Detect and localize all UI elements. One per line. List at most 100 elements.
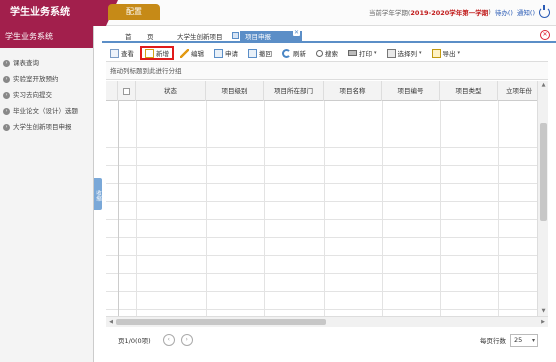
new-button[interactable]: 新增 [140,46,174,60]
chevron-down-icon: ▾ [374,50,377,56]
column-divider [206,101,207,316]
config-tab[interactable]: 配置 [108,4,160,20]
table-row [106,202,537,220]
refresh-button[interactable]: 刷新 [278,46,310,60]
select-all-cell[interactable] [118,81,136,101]
tab-label: 项目申报 [245,33,271,41]
page-size-select[interactable]: 25 [510,333,538,347]
chevron-down-icon: ▾ [457,50,461,56]
data-grid: 状态 项目级别 项目所在部门 项目名称 项目编号 项目类型 立项年份 [106,81,537,316]
column-header-type[interactable]: 项目类型 [440,81,498,101]
refresh-label: 刷新 [293,50,306,58]
search-icon [316,49,323,57]
sidebar: 学生业务系统 › 课表查询 › 实验室开放预约 › 实习去向提交 › 毕业论文（… [0,26,94,362]
table-row [106,256,537,274]
scroll-left-icon[interactable]: ◀ [107,318,115,326]
apply-icon [214,48,223,58]
sidebar-item-innovation[interactable]: › 大学生创新项目申报 [0,119,93,135]
tab-project-apply[interactable]: 项目申报 ✕ [240,29,302,43]
sidebar-item-internship[interactable]: › 实习去向提交 [0,87,93,103]
prev-page-icon[interactable]: ‹ [162,334,175,346]
sidebar-item-label: 实习去向提交 [13,91,52,99]
pager: 页1/0(0项) ‹ › 每页行数 25 [106,330,548,350]
column-divider [324,101,325,316]
page-size-label: 每页行数 [480,337,506,345]
top-bar: 学生业务系统 配置 当前学年学期( 2019-2020学年第一学期 ) 待办()… [0,0,556,26]
columns-icon [386,48,396,58]
vertical-scroll-thumb[interactable] [540,123,547,221]
tab-strip: 首 页 大学生创新项目 项目申报 ✕ ✕ [102,29,556,43]
view-button[interactable]: 查看 [106,46,138,60]
document-icon [110,48,119,58]
next-page-icon[interactable]: › [180,334,193,346]
column-divider [264,101,265,316]
arrow-circle-icon: › [3,59,10,67]
scroll-right-icon[interactable]: ▶ [539,318,547,326]
close-icon[interactable]: ✕ [293,29,300,36]
sidebar-item-schedule[interactable]: › 课表查询 [0,55,93,71]
tab-innovation-project[interactable]: 大学生创新项目 [172,31,240,43]
undo-button[interactable]: 撤回 [244,46,276,60]
grid-header: 状态 项目级别 项目所在部门 项目名称 项目编号 项目类型 立项年份 [106,81,537,101]
pending-link[interactable]: 待办() [495,7,513,17]
sidebar-item-lab-booking[interactable]: › 实验室开放预约 [0,71,93,87]
column-divider [118,101,119,316]
arrow-circle-icon: › [3,75,10,83]
app-brand[interactable]: 学生业务系统 [0,0,106,26]
close-all-tabs-icon[interactable]: ✕ [540,30,550,40]
arrow-circle-icon: › [3,107,10,115]
vertical-scrollbar[interactable]: ▲ ▼ [537,81,548,316]
apply-button[interactable]: 申请 [210,46,242,60]
current-semester: 2019-2020学年第一学期 [410,9,489,17]
column-header-code[interactable]: 项目编号 [382,81,440,101]
table-row [106,101,537,148]
column-header-name[interactable]: 项目名称 [324,81,382,101]
table-row [106,166,537,184]
column-header-status[interactable]: 状态 [136,81,206,101]
apply-label: 申请 [225,50,238,58]
table-row [106,148,537,166]
column-header-level[interactable]: 项目级别 [206,81,264,101]
page-size-control: 每页行数 25 [480,333,538,347]
print-label: 打印 [359,50,372,58]
refresh-icon [282,48,291,58]
group-by-hint[interactable]: 拖动列标题到此进行分组 [106,62,548,80]
edit-button[interactable]: 编辑 [176,46,208,60]
export-button[interactable]: 导出 ▾ [428,46,465,60]
column-divider [136,101,137,316]
sidebar-item-label: 毕业论文（设计）选题 [13,107,78,115]
horizontal-scrollbar[interactable]: ◀ ▶ [106,316,548,327]
sidebar-item-label: 课表查询 [13,59,39,67]
column-divider [382,101,383,316]
sidebar-item-thesis[interactable]: › 毕业论文（设计）选题 [0,103,93,119]
scroll-down-icon[interactable]: ▼ [540,308,547,315]
view-label: 查看 [121,50,134,58]
select-columns-label: 选择列 [397,50,418,58]
semester-suffix: ) [488,8,491,16]
arrow-circle-icon: › [3,123,10,131]
scroll-up-icon[interactable]: ▲ [540,82,547,89]
table-row [106,184,537,202]
select-all-checkbox[interactable] [123,87,130,95]
tab-window-icon [232,32,239,39]
column-header-year[interactable]: 立项年份 [498,81,537,101]
select-columns-button[interactable]: 选择列 ▾ [383,46,426,60]
pencil-icon [180,48,189,58]
arrow-circle-icon: › [3,91,10,99]
new-label: 新增 [156,50,169,58]
search-button[interactable]: 搜索 [312,46,342,60]
tab-home[interactable]: 首 [120,31,137,43]
grid-body [106,101,537,310]
table-row [106,274,537,292]
sidebar-collapse-handle[interactable]: 收缩 [94,178,102,210]
table-row [106,220,537,238]
notice-link[interactable]: 通知() [517,7,535,17]
search-label: 搜索 [325,50,338,58]
tab-home-suffix[interactable]: 页 [142,31,159,43]
export-label: 导出 [442,50,456,58]
power-icon[interactable] [539,4,550,18]
column-header-department[interactable]: 项目所在部门 [264,81,324,101]
chevron-down-icon: ▾ [419,50,422,56]
horizontal-scroll-thumb[interactable] [116,319,326,325]
print-button[interactable]: 打印 ▾ [344,46,381,60]
